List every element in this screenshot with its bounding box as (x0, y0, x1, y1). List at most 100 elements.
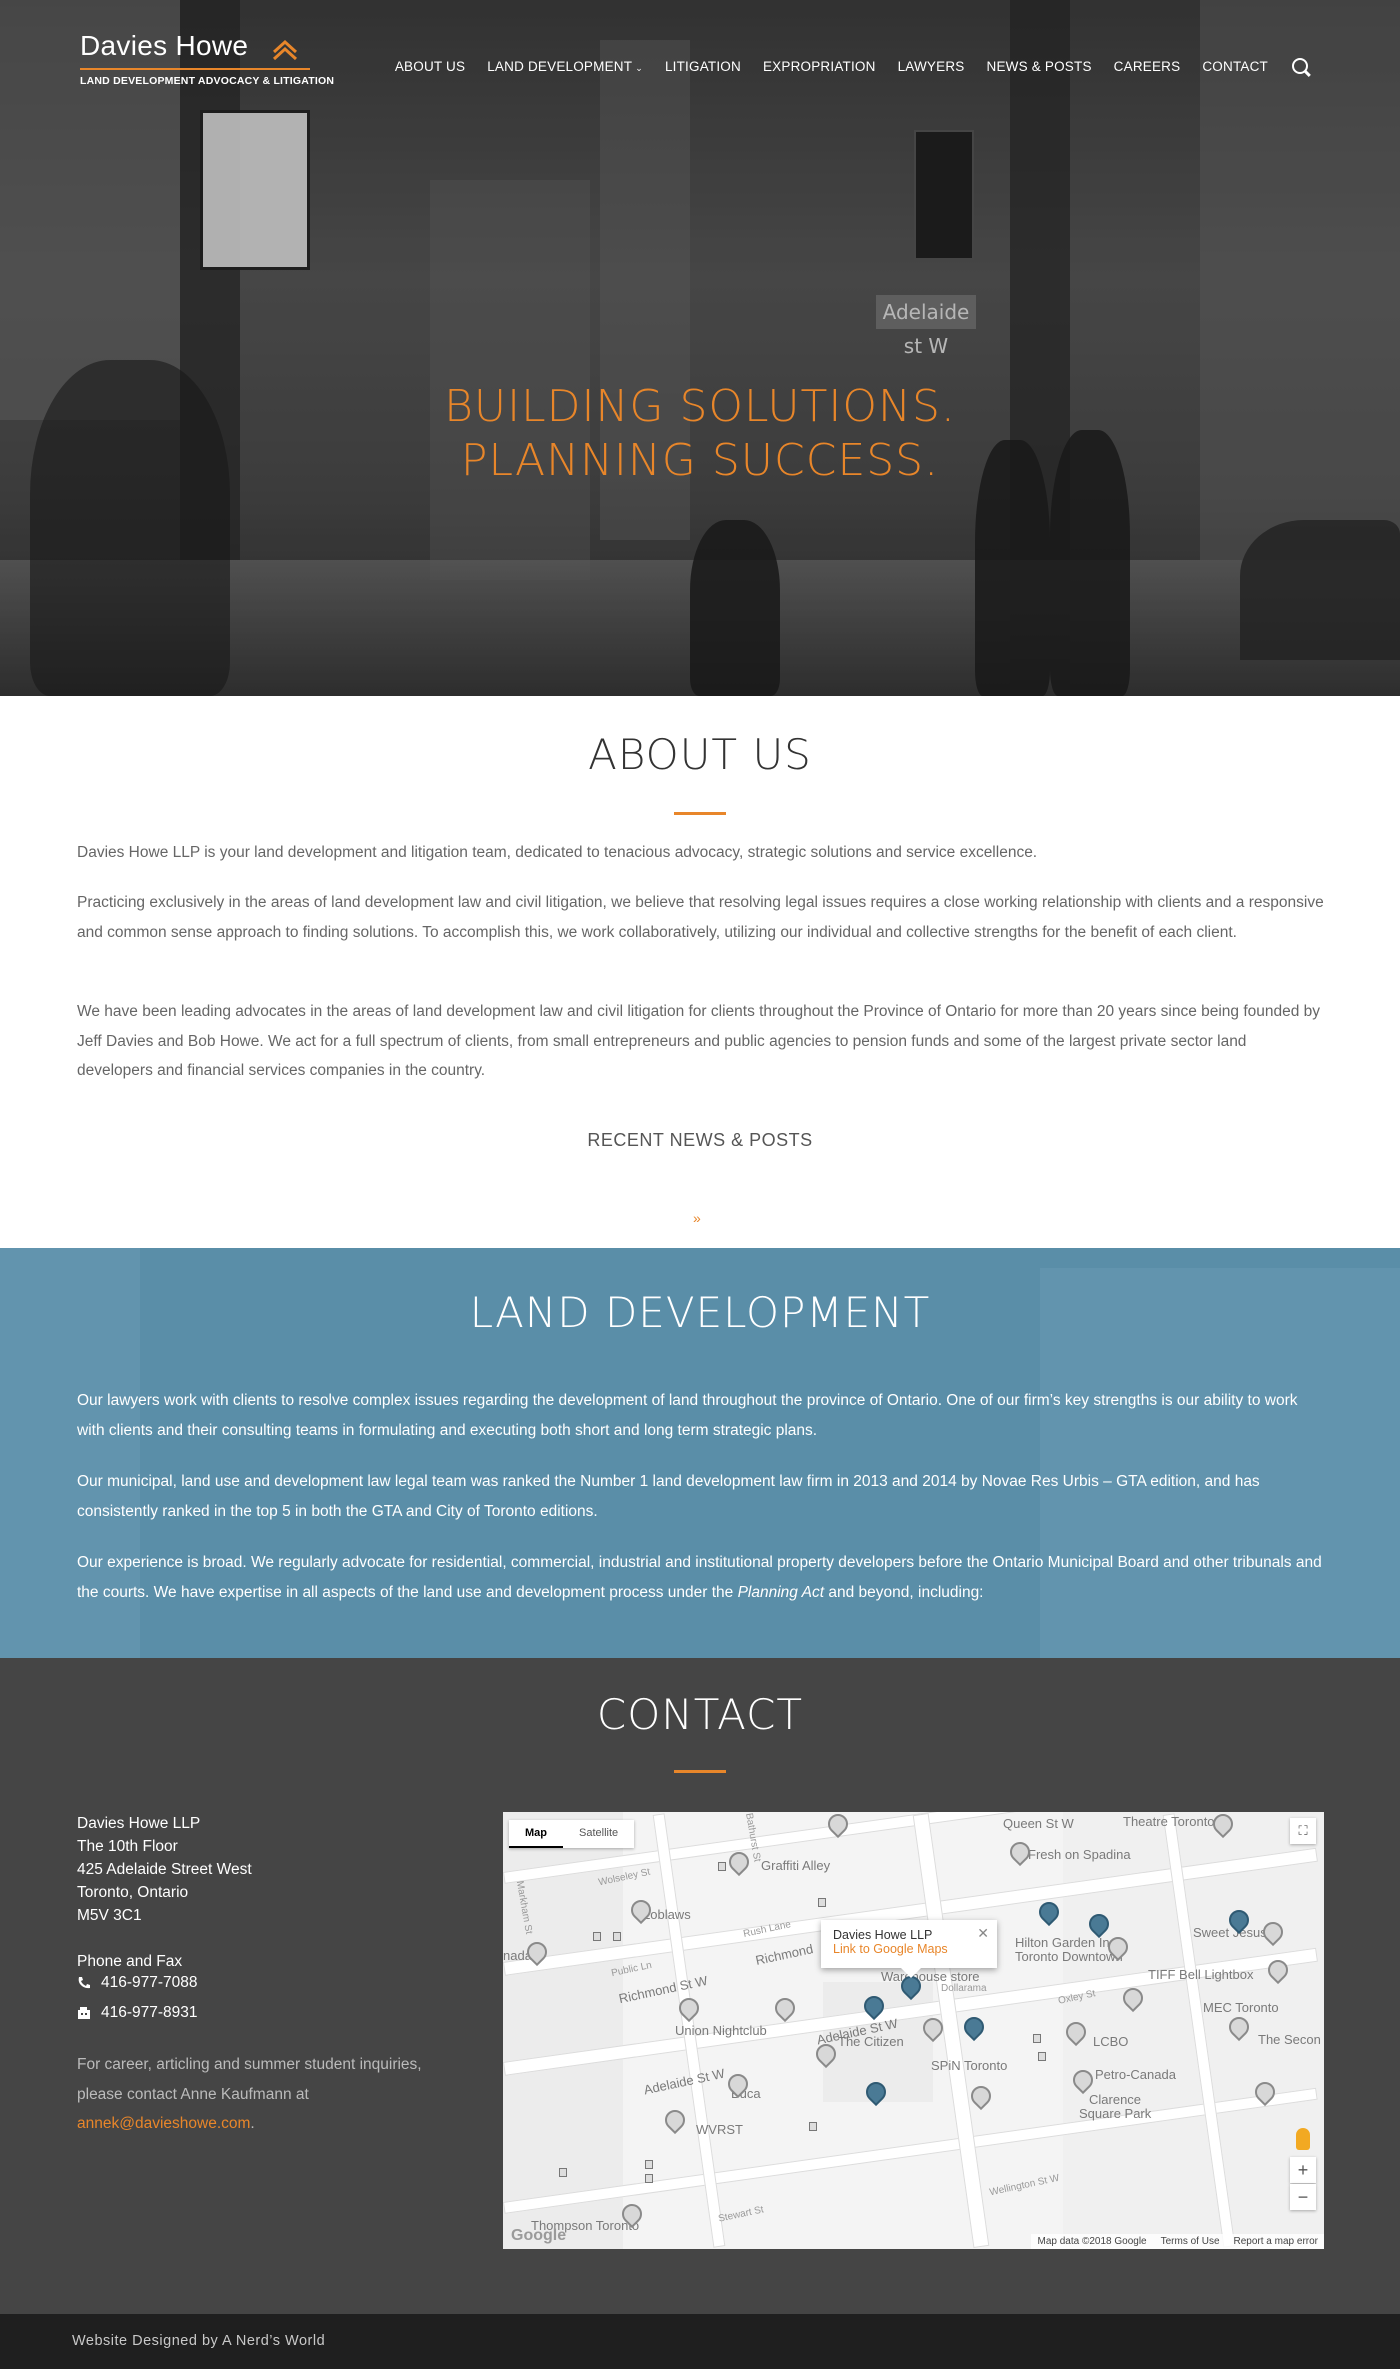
hero-line-2: PLANNING SUCCESS. (460, 435, 940, 486)
parking-marker[interactable] (1034, 1897, 1064, 1927)
phone-row[interactable]: 416-977-7088 (77, 1974, 198, 1992)
map-data-credit: Map data ©2018 Google (1037, 2236, 1147, 2247)
contact-section: CONTACT Davies Howe LLP The 10th Floor 4… (0, 1658, 1400, 2314)
map-marker[interactable] (660, 2105, 690, 2135)
satellite-tab[interactable]: Satellite (563, 1820, 634, 1848)
double-chevron-down-icon[interactable]: » (693, 1210, 701, 1226)
land-paragraph-1: Our lawyers work with clients to resolve… (77, 1392, 1298, 1439)
transit-icon (718, 1862, 726, 1871)
nav-label: CONTACT (1202, 58, 1268, 74)
fullscreen-icon[interactable]: ⛶ (1290, 1818, 1316, 1844)
phone-icon (78, 1977, 90, 1989)
nav-litigation[interactable]: LITIGATION (665, 59, 741, 74)
nav-label: NEWS & POSTS (986, 58, 1092, 74)
address-line: 425 Adelaide Street West (77, 1861, 252, 1878)
zoom-out-button[interactable]: − (1290, 2184, 1316, 2210)
google-maps-link[interactable]: Link to Google Maps (833, 1942, 985, 1956)
address-line: The 10th Floor (77, 1838, 178, 1855)
logo-chevron-icon (272, 39, 298, 61)
map-info-window: Davies Howe LLP Link to Google Maps ✕ (821, 1920, 997, 1978)
career-text: For career, articling and summer student… (77, 2050, 457, 2139)
land-paragraph-3: Our experience is broad. We regularly ad… (77, 1548, 1325, 1607)
phone-number: 416-977-7088 (101, 1974, 198, 1991)
map-tab[interactable]: Map (509, 1820, 563, 1848)
map-label: Clarence (1089, 2092, 1142, 2107)
transit-icon (1038, 2052, 1046, 2061)
nav-label: EXPROPRIATION (762, 58, 876, 74)
fax-number: 416-977-8931 (101, 2004, 198, 2021)
footer-credit-link[interactable]: Website Designed by A Nerd’s World (72, 2333, 325, 2349)
title-underline (674, 812, 726, 815)
nav-news-posts[interactable]: NEWS & POSTS (987, 59, 1092, 74)
close-icon[interactable]: ✕ (977, 1925, 989, 1942)
map-label: Fresh on Spadina (1028, 1847, 1131, 1862)
map-label: Richmond (754, 1941, 815, 1968)
hero-banner: Adelaide st W Davies Howe LAND DEVELOPME… (0, 0, 1400, 696)
info-title: Davies Howe LLP (833, 1928, 933, 1942)
map-label: Toronto Downtown (1015, 1949, 1123, 1964)
map-footer: Map data ©2018 Google Terms of Use Repor… (1031, 2234, 1324, 2249)
land-paragraph-2: Our municipal, land use and development … (77, 1473, 1260, 1520)
nav-about-us[interactable]: ABOUT US (395, 59, 465, 74)
map-label: Adelaide St W (642, 2065, 727, 2098)
google-map[interactable]: Queen St W Theatre Toronto Graffiti Alle… (503, 1812, 1324, 2249)
map-label: Theatre Toronto (1123, 1814, 1215, 1829)
map-label: LCBO (1093, 2034, 1129, 2049)
nav-contact[interactable]: CONTACT (1202, 59, 1268, 74)
land-p3-end: and beyond, including: (824, 1583, 984, 1601)
logo-underline (80, 68, 310, 70)
map-label: Hilton Garden Inn (1015, 1935, 1117, 1950)
main-nav: ABOUT US LAND DEVELOPMENT ⌄ LITIGATION EX… (395, 58, 1308, 74)
nav-expropriation[interactable]: EXPROPRIATION (763, 59, 876, 74)
logo-tagline: LAND DEVELOPMENT ADVOCACY & LITIGATION (80, 75, 335, 87)
search-icon[interactable] (1292, 58, 1308, 74)
title-underline (674, 1770, 726, 1773)
map-marker[interactable] (770, 1993, 800, 2023)
zoom-in-button[interactable]: + (1290, 2157, 1316, 2183)
career-inquiry: For career, articling and summer student… (77, 2056, 422, 2103)
transit-icon (645, 2160, 653, 2169)
nav-land-development[interactable]: LAND DEVELOPMENT ⌄ (487, 59, 643, 74)
address-line: Davies Howe LLP (77, 1815, 201, 1832)
map-label: The Citizen (838, 2034, 904, 2049)
terms-link[interactable]: Terms of Use (1161, 2236, 1220, 2247)
career-end: . (250, 2115, 255, 2132)
recent-news-link[interactable]: RECENT NEWS & POSTS (0, 1130, 1400, 1151)
map-label: Warehouse store (881, 1969, 980, 1984)
about-paragraph-3: We have been leading advocates in the ar… (77, 1003, 1321, 1079)
career-email-link[interactable]: annek@davieshowe.com (77, 2115, 250, 2132)
nav-label: LITIGATION (664, 58, 741, 74)
logo[interactable]: Davies Howe LAND DEVELOPMENT ADVOCACY & … (80, 30, 334, 87)
transit-icon (818, 1898, 826, 1907)
about-paragraph-1: Davies Howe LLP is your land development… (77, 844, 1038, 861)
transit-icon (809, 2122, 817, 2131)
about-section: ABOUT US Davies Howe LLP is your land de… (0, 696, 1400, 1248)
map-label: Dollarama (941, 1983, 987, 1994)
address-line: Toronto, Ontario (77, 1884, 189, 1901)
phone-fax-label: Phone and Fax (77, 1953, 183, 1970)
about-paragraph-2: Practicing exclusively in the areas of l… (77, 894, 1324, 941)
google-logo: Google (511, 2227, 567, 2244)
fax-icon (78, 2007, 90, 2019)
transit-icon (613, 1932, 621, 1941)
nav-careers[interactable]: CAREERS (1114, 59, 1181, 74)
map-label: Union Nightclub (675, 2023, 767, 2038)
nav-lawyers[interactable]: LAWYERS (898, 59, 965, 74)
contact-title: CONTACT (596, 1690, 804, 1739)
map-marker[interactable] (966, 2081, 996, 2111)
land-development-section: LAND DEVELOPMENT Our lawyers work with c… (0, 1248, 1400, 1658)
map-label: SPiN Toronto (931, 2058, 1008, 2073)
parking-marker[interactable] (959, 2012, 989, 2042)
map-label: Petro-Canada (1095, 2067, 1176, 2082)
transit-icon (1033, 2034, 1041, 2043)
map-label: Wellington St W (988, 2172, 1061, 2199)
report-error-link[interactable]: Report a map error (1234, 2236, 1318, 2247)
planning-act: Planning Act (737, 1583, 825, 1601)
pegman-icon[interactable] (1296, 2128, 1310, 2150)
transit-icon (559, 2168, 567, 2177)
address-block: Davies Howe LLP The 10th Floor 425 Adela… (77, 1812, 477, 1973)
chevron-down-icon: ⌄ (635, 62, 643, 73)
map-label: TIFF Bell Lightbox (1148, 1967, 1254, 1982)
transit-icon (593, 1932, 601, 1941)
nav-label: ABOUT US (394, 58, 466, 74)
